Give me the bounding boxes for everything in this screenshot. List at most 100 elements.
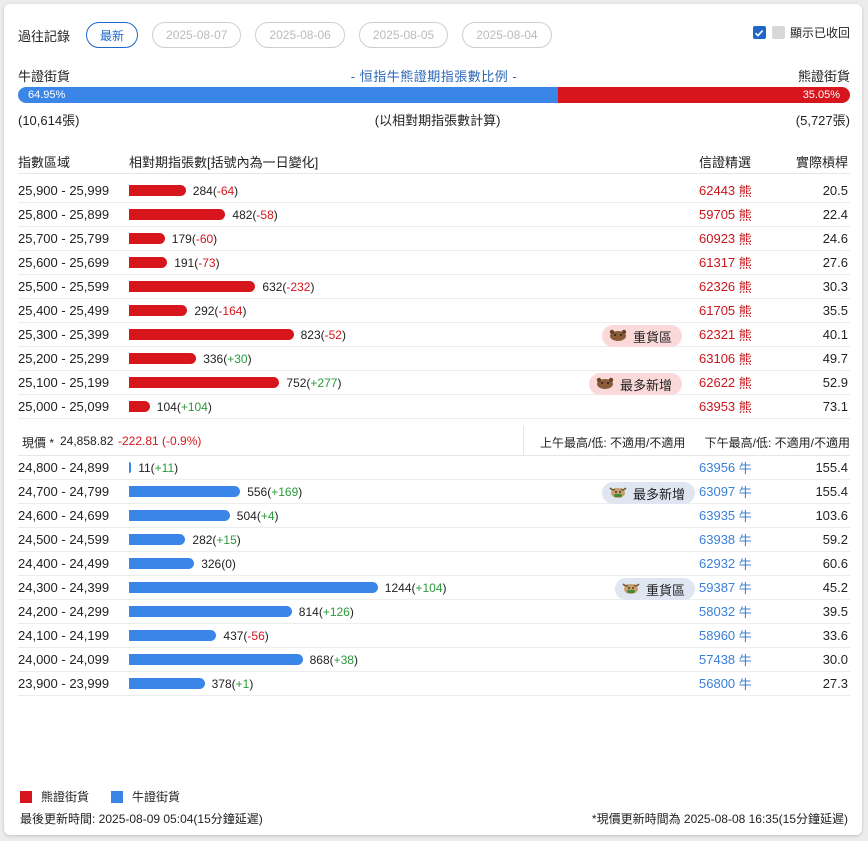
row-range: 24,300 - 24,399 bbox=[18, 580, 110, 595]
am-high-low: 上午最高/低: 不適用/不適用 bbox=[540, 436, 686, 450]
warrant-code-link[interactable]: 61317 熊 bbox=[699, 251, 752, 274]
legend-bear-swatch bbox=[20, 790, 32, 803]
contracts-count: 504 bbox=[236, 508, 257, 523]
contracts-change: +11 bbox=[154, 460, 175, 475]
warrant-side: 牛 bbox=[738, 653, 752, 668]
bear-mascot-icon bbox=[595, 376, 620, 393]
legend-bull-label: 牛證街貨 bbox=[132, 790, 181, 804]
row-bar-group: 482(-58) bbox=[129, 203, 278, 226]
warrant-side: 牛 bbox=[738, 629, 752, 644]
contracts-count: 179 bbox=[171, 231, 192, 246]
ratio-footer: (10,614張) (以相對期指張數計算) (5,727張) bbox=[18, 110, 850, 128]
row-range: 24,200 - 24,299 bbox=[18, 604, 110, 619]
row-range: 25,300 - 25,399 bbox=[18, 327, 110, 342]
contracts-count: 437 bbox=[223, 628, 244, 643]
warrant-side: 熊 bbox=[738, 328, 752, 343]
checkbox-unchecked-icon[interactable] bbox=[771, 26, 785, 39]
row-range: 25,400 - 25,499 bbox=[18, 303, 110, 318]
row-leverage: 30.0 bbox=[822, 652, 848, 667]
warrant-code-link[interactable]: 63956 牛 bbox=[699, 456, 752, 479]
contracts-value: 1244(+104) bbox=[384, 580, 447, 595]
bull-pct: 64.95% bbox=[28, 89, 66, 101]
zone-tag: 最多新增 bbox=[588, 373, 682, 395]
bull-mascot-icon bbox=[621, 581, 646, 598]
contracts-bar bbox=[129, 510, 230, 521]
warrant-code-link[interactable]: 60923 熊 bbox=[699, 227, 752, 250]
warrant-code-link[interactable]: 63938 牛 bbox=[699, 528, 752, 551]
warrant-side: 牛 bbox=[738, 533, 752, 548]
warrant-code-link[interactable]: 59705 熊 bbox=[699, 203, 752, 226]
warrant-code-link[interactable]: 62932 牛 bbox=[699, 552, 752, 575]
warrant-code-link[interactable]: 62321 熊 bbox=[699, 323, 752, 346]
warrant-side: 熊 bbox=[738, 232, 752, 247]
row-leverage: 22.4 bbox=[822, 207, 848, 222]
row-leverage: 103.6 bbox=[815, 508, 848, 523]
table-row: 24,800 - 24,899 11(+11) 63956 牛 155.4 bbox=[18, 456, 850, 480]
warrant-code-link[interactable]: 62326 熊 bbox=[699, 275, 752, 298]
contracts-bar bbox=[129, 606, 292, 617]
history-tab-2[interactable]: 2025-08-06 bbox=[255, 22, 345, 48]
history-tab-3[interactable]: 2025-08-05 bbox=[358, 22, 449, 48]
contracts-count: 814 bbox=[298, 604, 319, 619]
warrant-side: 熊 bbox=[738, 376, 752, 391]
ratio-note: (以相對期指張數計算) bbox=[374, 113, 501, 128]
contracts-count: 336 bbox=[203, 351, 224, 366]
warrant-code: 58960 bbox=[699, 628, 736, 643]
contracts-change: +30 bbox=[227, 351, 248, 366]
warrant-code-link[interactable]: 61705 熊 bbox=[699, 299, 752, 322]
warrant-code-link[interactable]: 59387 牛 bbox=[699, 576, 752, 599]
row-leverage: 73.1 bbox=[822, 399, 848, 414]
contracts-bar bbox=[129, 305, 188, 316]
warrant-code: 62321 bbox=[699, 327, 736, 342]
contracts-count: 284 bbox=[192, 183, 213, 198]
warrant-code: 58032 bbox=[699, 604, 736, 619]
table-row: 24,500 - 24,599 282(+15) 63938 牛 59.2 bbox=[18, 528, 850, 552]
warrant-side: 牛 bbox=[738, 557, 752, 572]
checkbox-checked-icon[interactable] bbox=[752, 26, 766, 39]
warrant-code-link[interactable]: 58032 牛 bbox=[699, 600, 752, 623]
warrant-code-link[interactable]: 63097 牛 bbox=[699, 480, 752, 503]
row-range: 24,400 - 24,499 bbox=[18, 556, 110, 571]
warrant-side: 牛 bbox=[738, 605, 752, 620]
warrant-side: 熊 bbox=[738, 304, 752, 319]
contracts-change: 0 bbox=[225, 556, 232, 571]
history-tab-4[interactable]: 2025-08-04 bbox=[462, 22, 552, 48]
contracts-change: -58 bbox=[256, 207, 274, 222]
contracts-count: 11 bbox=[138, 460, 151, 475]
warrant-side: 牛 bbox=[738, 677, 752, 692]
warrant-code-link[interactable]: 63106 熊 bbox=[699, 347, 752, 370]
row-bar-group: 1244(+104) bbox=[129, 576, 447, 599]
warrant-code: 63956 bbox=[699, 460, 736, 475]
bear-outstanding-label: 熊證街貨 bbox=[797, 69, 850, 84]
row-range: 24,000 - 24,099 bbox=[18, 652, 110, 667]
row-leverage: 52.9 bbox=[822, 375, 848, 390]
ratio-bull-segment: 64.95% bbox=[18, 87, 559, 103]
contracts-count: 868 bbox=[309, 652, 330, 667]
warrant-code-link[interactable]: 63953 熊 bbox=[699, 395, 752, 418]
table-row: 25,100 - 25,199 752(+277) 最多新增 62622 熊 5… bbox=[18, 371, 850, 395]
history-tab-0[interactable]: 最新 bbox=[86, 22, 139, 48]
contracts-bar bbox=[129, 486, 241, 497]
contracts-change: -52 bbox=[324, 327, 342, 342]
row-range: 25,700 - 25,799 bbox=[18, 231, 110, 246]
contracts-change: -56 bbox=[247, 628, 265, 643]
row-range: 24,800 - 24,899 bbox=[18, 460, 110, 475]
warrant-code-link[interactable]: 57438 牛 bbox=[699, 648, 752, 671]
warrant-code-link[interactable]: 62443 熊 bbox=[699, 179, 752, 202]
history-tab-1[interactable]: 2025-08-07 bbox=[152, 22, 242, 48]
warrant-code-link[interactable]: 56800 牛 bbox=[699, 672, 752, 695]
contracts-value: 104(+104) bbox=[156, 399, 212, 414]
contracts-value: 284(-64) bbox=[192, 183, 239, 198]
warrant-side: 熊 bbox=[738, 400, 752, 415]
last-updated: 最後更新時間: 2025-08-09 05:04(15分鐘延遲) bbox=[20, 812, 263, 826]
warrant-code-link[interactable]: 62622 熊 bbox=[699, 371, 752, 394]
show-recalled-toggle[interactable]: 顯示已收回 bbox=[747, 24, 850, 41]
contracts-count: 282 bbox=[192, 532, 213, 547]
header-contracts: 相對期指張數[括號內為一日變化] bbox=[129, 155, 319, 170]
contracts-bar bbox=[129, 233, 165, 244]
warrant-code-link[interactable]: 58960 牛 bbox=[699, 624, 752, 647]
row-range: 25,900 - 25,999 bbox=[18, 183, 110, 198]
row-bar-group: 284(-64) bbox=[129, 179, 238, 202]
warrant-code-link[interactable]: 63935 牛 bbox=[699, 504, 752, 527]
warrant-side: 熊 bbox=[738, 280, 752, 295]
